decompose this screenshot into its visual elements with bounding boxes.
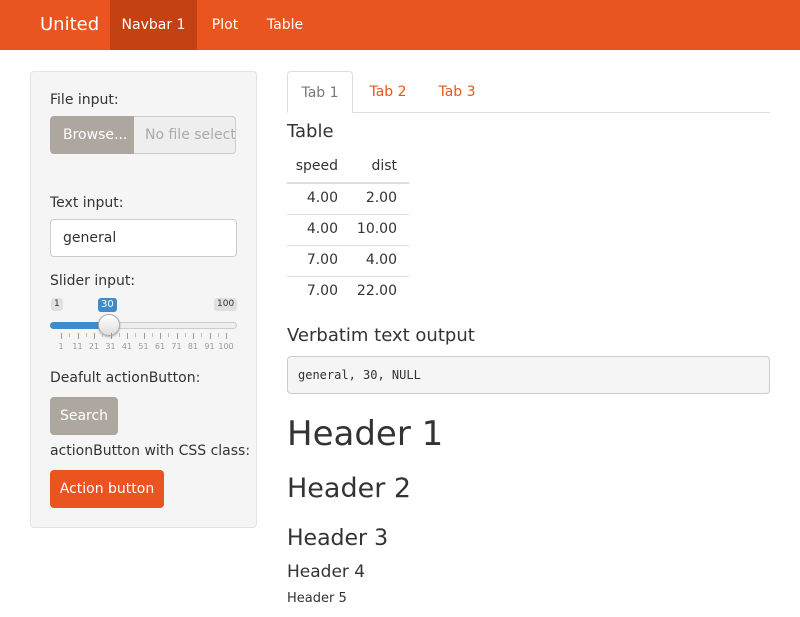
- slider-tick-label: 61: [154, 342, 166, 351]
- slider-value-label: 30: [98, 298, 117, 312]
- text-input-label: Text input:: [50, 195, 124, 211]
- slider-minor-tick: [69, 333, 71, 337]
- slider-tick: [160, 333, 161, 339]
- slider-label: Slider input:: [50, 273, 136, 289]
- file-name-field[interactable]: No file selected: [134, 116, 236, 154]
- slider-tick: [94, 333, 95, 339]
- slider-minor-tick: [184, 333, 186, 337]
- slider-max-label: 100: [214, 298, 238, 311]
- slider-tick: [209, 333, 211, 339]
- table-cell: 10.00: [356, 221, 397, 237]
- table-cell: 7.00: [306, 252, 338, 268]
- slider-tick-label: 21: [88, 342, 100, 351]
- action-button[interactable]: Action button: [50, 470, 164, 508]
- table-title: Table: [287, 121, 334, 142]
- table-header-dist: dist: [371, 158, 397, 174]
- slider-minor-tick: [217, 333, 219, 337]
- slider-tick: [127, 333, 128, 339]
- tab-3[interactable]: Tab 3: [424, 71, 490, 113]
- slider-tick: [193, 333, 194, 339]
- slider-tick-label: 100: [218, 342, 234, 351]
- table-cell: 4.00: [306, 221, 338, 237]
- slider-min-label: 1: [51, 298, 63, 311]
- tab-2[interactable]: Tab 2: [355, 71, 421, 113]
- slider-tick: [77, 333, 79, 339]
- table-cell: 4.00: [306, 190, 338, 206]
- verbatim-title: Verbatim text output: [287, 325, 475, 346]
- table-row-divider: [287, 214, 409, 215]
- table-cell: 22.00: [356, 283, 397, 299]
- browse-button[interactable]: Browse...: [50, 116, 134, 154]
- table-header-speed: speed: [295, 158, 338, 174]
- header-5: Header 5: [287, 591, 347, 606]
- header-1: Header 1: [287, 414, 444, 454]
- table-row-divider: [287, 276, 409, 277]
- slider-tick-label: 81: [187, 342, 199, 351]
- slider-minor-tick: [85, 333, 87, 337]
- css-button-label: actionButton with CSS class:: [50, 443, 251, 459]
- table-cell: 2.00: [365, 190, 397, 206]
- navbar: United Navbar 1 Plot Table: [0, 0, 800, 50]
- slider-minor-tick: [168, 333, 170, 337]
- default-button-label: Deafult actionButton:: [50, 370, 201, 386]
- header-4: Header 4: [287, 562, 366, 582]
- slider-tick-label: 41: [121, 342, 133, 351]
- slider-tick-label: 91: [204, 342, 215, 351]
- slider-tick: [61, 333, 62, 339]
- slider-tick-label: 51: [138, 342, 149, 351]
- slider-tick-label: 31: [105, 342, 116, 351]
- slider-minor-tick: [135, 333, 137, 337]
- verbatim-output: general, 30, NULL: [287, 356, 770, 394]
- slider-minor-tick: [102, 333, 104, 337]
- table-row-divider: [287, 245, 409, 246]
- navbar-brand[interactable]: United: [40, 0, 99, 50]
- slider-tick-label: 11: [72, 342, 83, 351]
- table-cell: 7.00: [306, 283, 338, 299]
- nav-item-plot[interactable]: Plot: [197, 0, 253, 50]
- table-header-divider: [287, 182, 409, 184]
- text-input[interactable]: [50, 219, 237, 257]
- slider-tick-label: 71: [171, 342, 182, 351]
- slider-minor-tick: [118, 333, 120, 337]
- slider-tick: [176, 333, 178, 339]
- slider-tick-label: 1: [58, 342, 64, 351]
- search-button[interactable]: Search: [50, 397, 118, 435]
- slider-minor-tick: [151, 333, 153, 337]
- slider-tick: [226, 333, 227, 339]
- table-cell: 4.00: [365, 252, 397, 268]
- header-3: Header 3: [287, 526, 389, 551]
- tab-1[interactable]: Tab 1: [287, 71, 353, 113]
- nav-item-navbar-1[interactable]: Navbar 1: [110, 0, 197, 50]
- slider-tick: [143, 333, 145, 339]
- slider-minor-tick: [201, 333, 203, 337]
- slider-tick: [110, 333, 112, 339]
- nav-item-table[interactable]: Table: [253, 0, 317, 50]
- header-2: Header 2: [287, 473, 412, 504]
- file-input-label: File input:: [50, 92, 119, 108]
